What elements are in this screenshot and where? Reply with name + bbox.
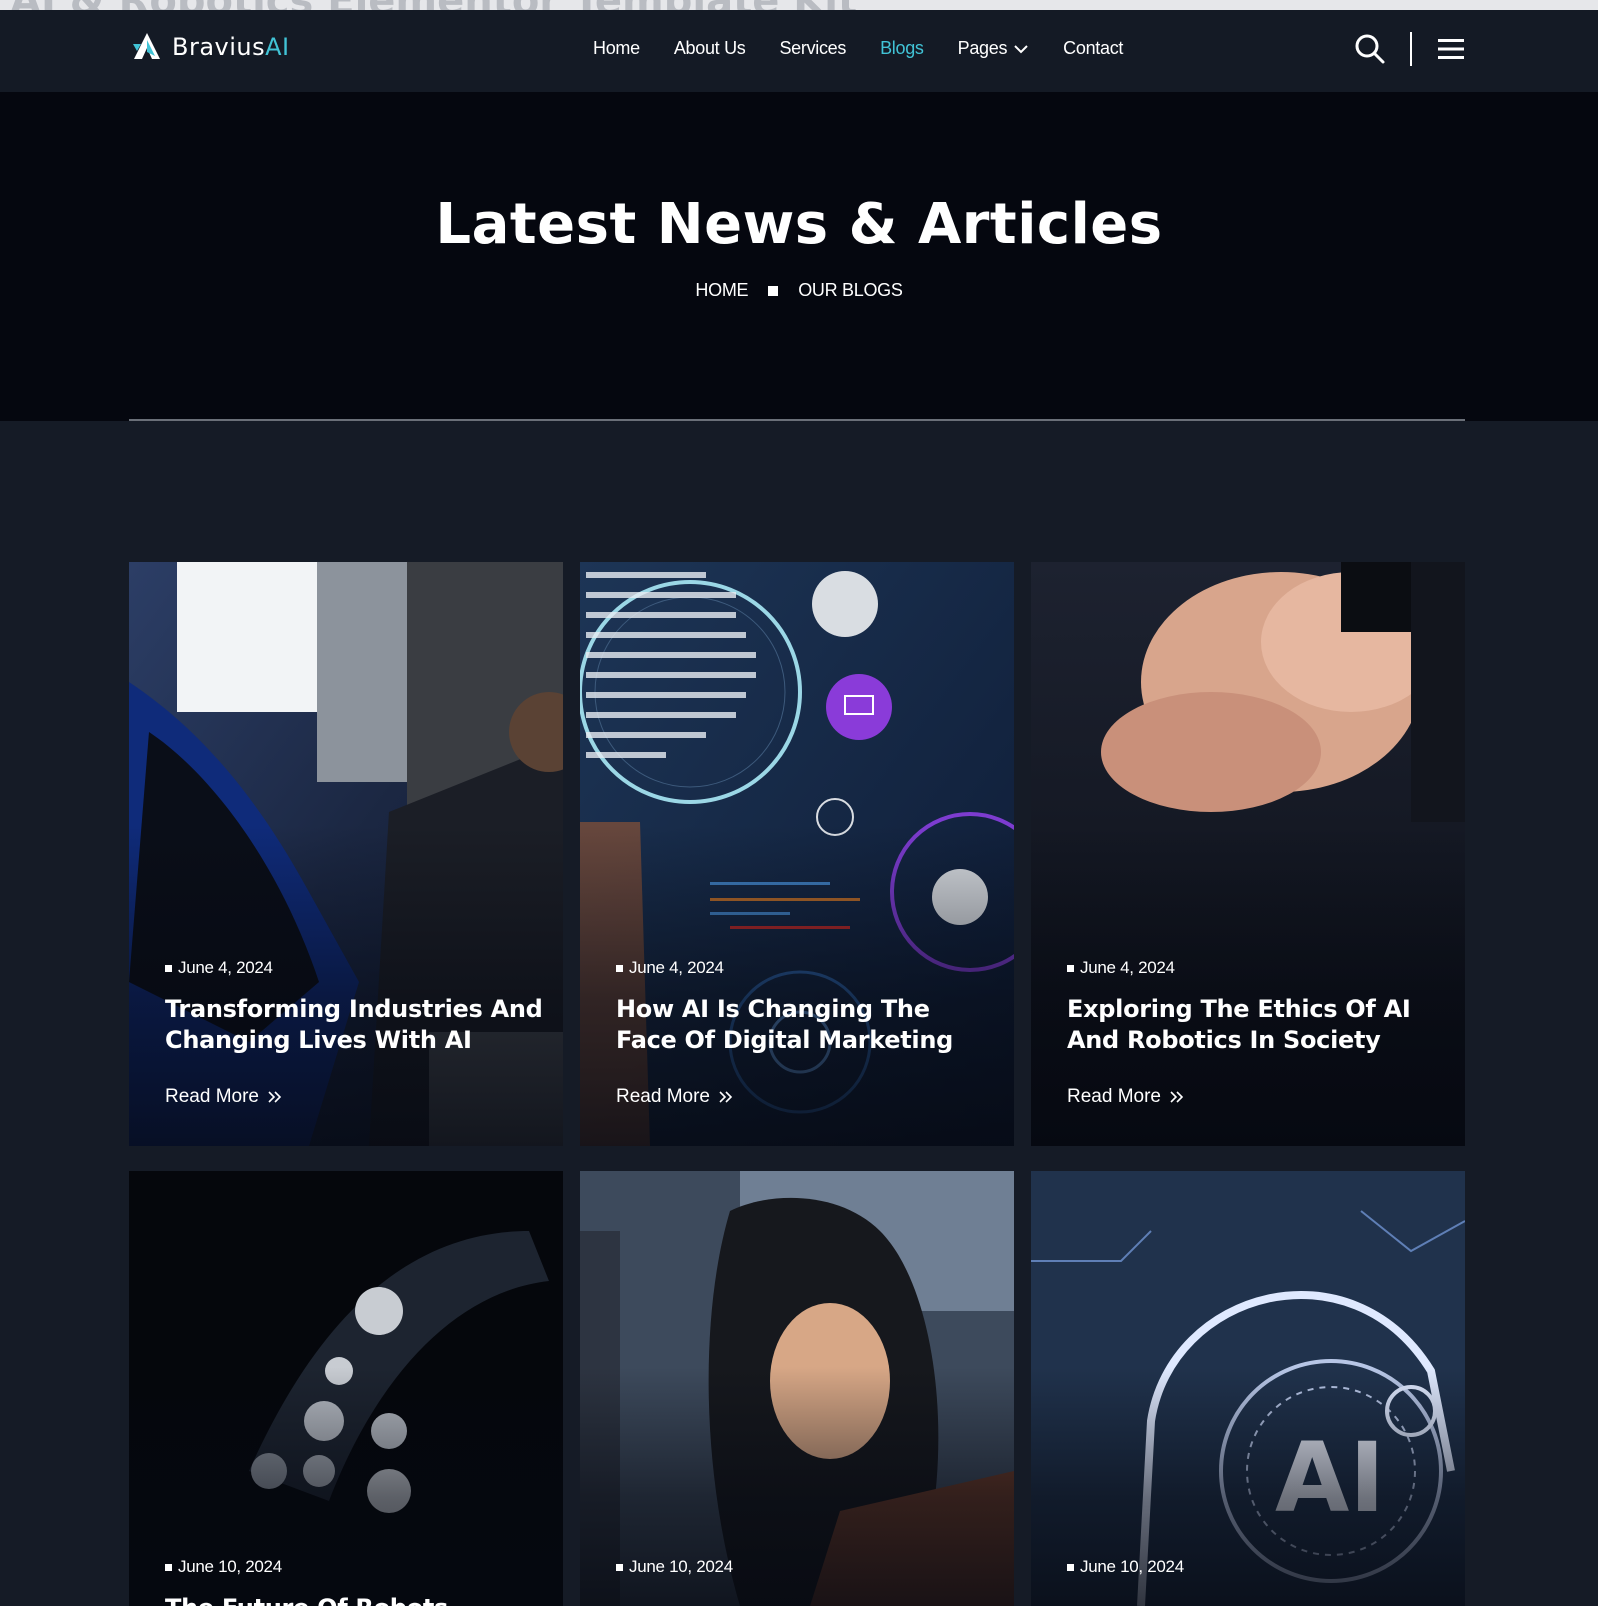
search-icon[interactable]	[1354, 33, 1386, 65]
read-more-label: Read More	[1067, 1086, 1161, 1107]
site-header: BraviusAI Home About Us Services Blogs P…	[0, 10, 1598, 92]
browser-ghost-title-strip: AI & Robotics Elementor Template Kit	[0, 0, 1598, 10]
blog-card[interactable]: June 4, 2024 How AI Is Changing The Face…	[580, 562, 1014, 1146]
breadcrumb: HOME OUR BLOGS	[0, 280, 1598, 301]
card-overlay	[129, 1171, 563, 1606]
post-date: June 10, 2024	[629, 1557, 733, 1576]
post-meta: June 4, 2024	[616, 958, 724, 978]
logo-icon	[133, 33, 160, 59]
post-date: June 4, 2024	[629, 958, 724, 977]
blog-card[interactable]: June 4, 2024 Exploring The Ethics Of AI …	[1031, 562, 1465, 1146]
double-chevron-right-icon	[1170, 1091, 1184, 1103]
post-title[interactable]: Transforming Industries And Changing Liv…	[165, 994, 545, 1056]
breadcrumb-home[interactable]: HOME	[695, 280, 748, 301]
brand-logo[interactable]: BraviusAI	[130, 30, 290, 64]
breadcrumb-current: OUR BLOGS	[798, 280, 903, 300]
nav-blogs[interactable]: Blogs	[880, 38, 924, 59]
blog-card[interactable]: June 4, 2024 Transforming Industries And…	[129, 562, 563, 1146]
bullet-icon	[1067, 964, 1074, 972]
breadcrumb-separator	[768, 285, 779, 296]
card-overlay	[1031, 1171, 1465, 1606]
post-meta: June 4, 2024	[1067, 958, 1175, 978]
page-hero: Latest News & Articles HOME OUR BLOGS	[0, 92, 1598, 421]
post-date: June 10, 2024	[1080, 1557, 1184, 1576]
bullet-icon	[616, 1563, 623, 1571]
read-more-link[interactable]: Read More	[616, 1086, 734, 1108]
blog-card[interactable]: June 10, 2024 The Future Of Robots –	[129, 1171, 563, 1606]
post-meta: June 4, 2024	[165, 958, 273, 978]
bullet-icon	[616, 964, 623, 972]
ghost-title: AI & Robotics Elementor Template Kit	[10, 0, 857, 10]
post-title[interactable]: The Future Of Robots –	[165, 1593, 545, 1606]
bullet-icon	[1067, 1563, 1074, 1571]
nav-services[interactable]: Services	[779, 38, 846, 59]
nav-contact[interactable]: Contact	[1063, 38, 1123, 59]
read-more-label: Read More	[616, 1086, 710, 1107]
post-meta: June 10, 2024	[165, 1557, 282, 1577]
bullet-icon	[165, 964, 172, 972]
card-overlay	[129, 562, 563, 1146]
nav-pages[interactable]: Pages	[958, 38, 1030, 59]
page-title: Latest News & Articles	[435, 192, 1163, 257]
card-overlay	[580, 562, 1014, 1146]
nav-home[interactable]: Home	[593, 38, 640, 59]
double-chevron-right-icon	[719, 1091, 733, 1103]
blog-card[interactable]: June 10, 2024	[580, 1171, 1014, 1606]
main-nav: Home About Us Services Blogs Pages Conta…	[593, 38, 1123, 59]
brand-name: BraviusAI	[172, 33, 290, 61]
chevron-down-icon	[1014, 44, 1028, 53]
post-title[interactable]: Exploring The Ethics Of AI And Robotics …	[1067, 994, 1447, 1056]
blog-card[interactable]: AI June 10, 2024	[1031, 1171, 1465, 1606]
nav-pages-label: Pages	[957, 38, 1008, 58]
header-divider	[1410, 32, 1412, 66]
read-more-link[interactable]: Read More	[1067, 1086, 1185, 1108]
double-chevron-right-icon	[268, 1091, 282, 1103]
menu-icon[interactable]	[1438, 37, 1464, 61]
bullet-icon	[165, 1563, 172, 1571]
card-overlay	[580, 1171, 1014, 1606]
read-more-link[interactable]: Read More	[165, 1086, 283, 1108]
post-date: June 10, 2024	[178, 1557, 282, 1576]
post-meta: June 10, 2024	[616, 1557, 733, 1577]
hero-divider	[129, 419, 1465, 421]
post-date: June 4, 2024	[178, 958, 273, 977]
post-meta: June 10, 2024	[1067, 1557, 1184, 1577]
post-date: June 4, 2024	[1080, 958, 1175, 977]
card-overlay	[1031, 562, 1465, 1146]
read-more-label: Read More	[165, 1086, 259, 1107]
post-title[interactable]: How AI Is Changing The Face Of Digital M…	[616, 994, 996, 1056]
nav-about-us[interactable]: About Us	[674, 38, 746, 59]
